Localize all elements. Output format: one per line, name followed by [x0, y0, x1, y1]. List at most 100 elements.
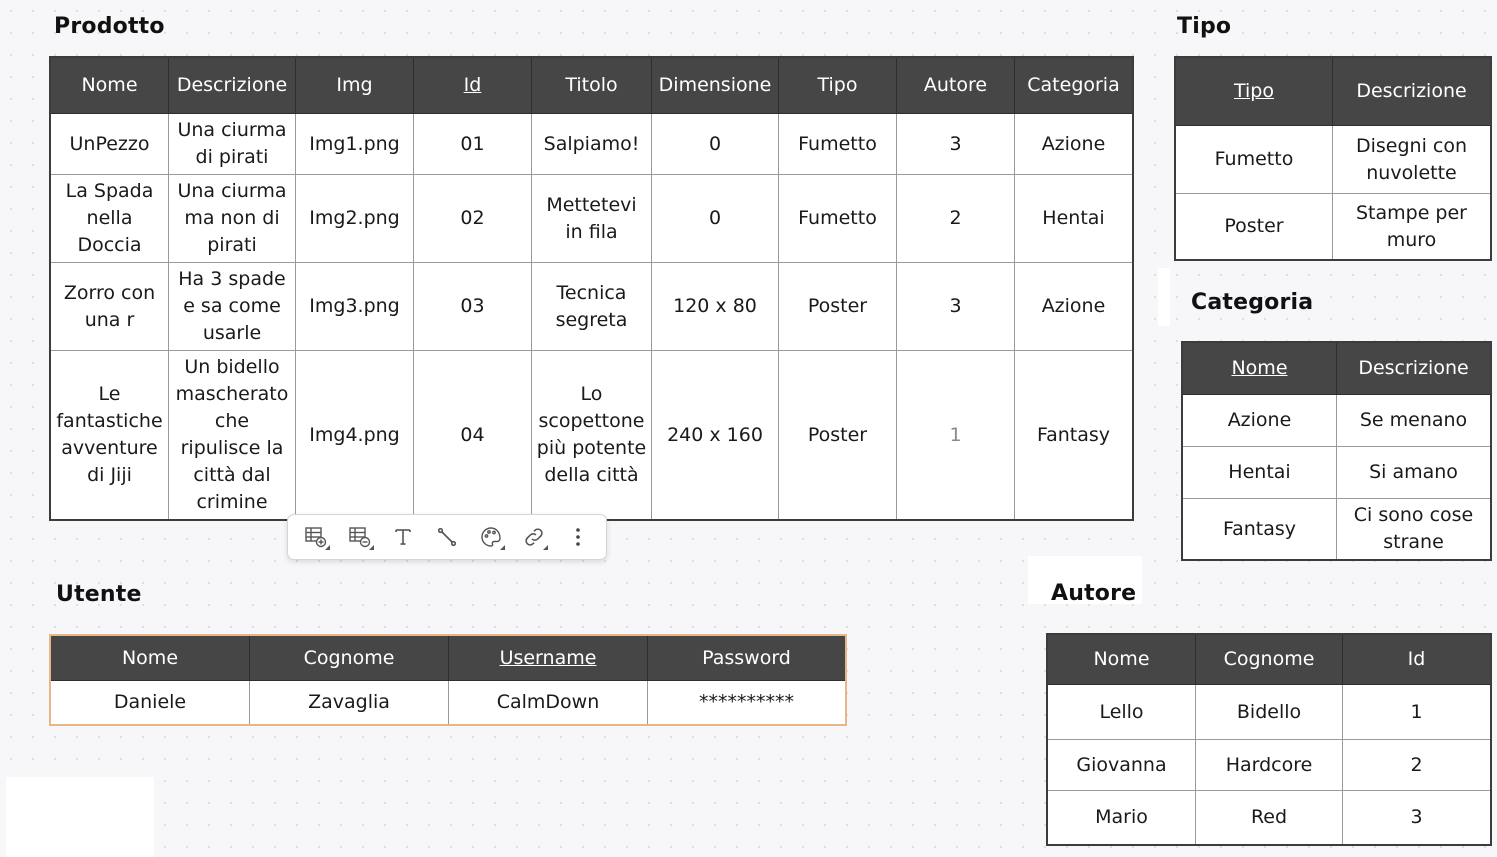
- tipo-table[interactable]: Tipo Descrizione Fumetto Disegni con nuvol…: [1174, 56, 1492, 261]
- prodotto-row[interactable]: Zorro con una r Ha 3 spade e sa come usar…: [50, 262, 1133, 351]
- prodotto-cell[interactable]: Fumetto: [778, 174, 897, 263]
- prodotto-header-cell[interactable]: Autore: [896, 57, 1015, 114]
- autore-header-cell[interactable]: Id: [1342, 634, 1491, 685]
- prodotto-cell[interactable]: 04: [413, 350, 532, 520]
- prodotto-row[interactable]: Le fantastiche avventure di Jiji Un bidel…: [50, 350, 1133, 520]
- prodotto-cell[interactable]: 1: [896, 350, 1015, 520]
- prodotto-cell[interactable]: 02: [413, 174, 532, 263]
- utente-cell[interactable]: CalmDown: [448, 680, 648, 725]
- tipo-header-cell[interactable]: Tipo: [1175, 57, 1333, 126]
- categoria-cell[interactable]: Ci sono cose strane: [1336, 498, 1491, 560]
- prodotto-cell[interactable]: Lo scopettone più potente della città: [531, 350, 652, 520]
- utente-header-cell[interactable]: Username: [448, 635, 648, 681]
- autore-cell[interactable]: Mario: [1047, 790, 1196, 845]
- categoria-row[interactable]: Azione Se menano: [1182, 394, 1491, 447]
- autore-title[interactable]: Autore: [1051, 581, 1136, 606]
- prodotto-cell[interactable]: Le fantastiche avventure di Jiji: [50, 350, 169, 520]
- utente-header-cell[interactable]: Nome: [50, 635, 250, 681]
- utente-cell[interactable]: Zavaglia: [249, 680, 449, 725]
- prodotto-cell[interactable]: Poster: [778, 350, 897, 520]
- autore-cell[interactable]: 3: [1342, 790, 1491, 845]
- prodotto-cell[interactable]: Azione: [1014, 113, 1133, 175]
- prodotto-table[interactable]: Nome Descrizione Img Id Titolo Dimensione Tipo…: [49, 56, 1134, 521]
- prodotto-cell[interactable]: 120 x 80: [651, 262, 779, 351]
- more-options-button[interactable]: [561, 520, 595, 554]
- categoria-table[interactable]: Nome Descrizione Azione Se menano Hentai Si …: [1181, 341, 1492, 561]
- tipo-cell[interactable]: Stampe per muro: [1332, 193, 1491, 260]
- prodotto-cell[interactable]: Zorro con una r: [50, 262, 169, 351]
- prodotto-header-cell[interactable]: Categoria: [1014, 57, 1133, 114]
- prodotto-row[interactable]: La Spada nella Doccia Una ciurma ma non d…: [50, 174, 1133, 263]
- prodotto-cell[interactable]: Hentai: [1014, 174, 1133, 263]
- prodotto-cell[interactable]: Img3.png: [295, 262, 414, 351]
- utente-cell[interactable]: **********: [647, 680, 846, 725]
- categoria-cell[interactable]: Azione: [1182, 394, 1337, 447]
- prodotto-header-cell[interactable]: Img: [295, 57, 414, 114]
- categoria-cell[interactable]: Se menano: [1336, 394, 1491, 447]
- categoria-title[interactable]: Categoria: [1191, 290, 1313, 315]
- table-add-row-button[interactable]: [299, 520, 333, 554]
- prodotto-cell[interactable]: Fantasy: [1014, 350, 1133, 520]
- color-palette-button[interactable]: [474, 520, 508, 554]
- prodotto-header-cell[interactable]: Tipo: [778, 57, 897, 114]
- prodotto-cell[interactable]: UnPezzo: [50, 113, 169, 175]
- autore-header-cell[interactable]: Cognome: [1195, 634, 1343, 685]
- autore-table[interactable]: Nome Cognome Id Lello Bidello 1 Giovanna Hardc…: [1046, 633, 1492, 846]
- prodotto-cell[interactable]: 3: [896, 262, 1015, 351]
- autore-cell[interactable]: 2: [1342, 739, 1491, 791]
- utente-title[interactable]: Utente: [56, 582, 142, 607]
- autore-row[interactable]: Giovanna Hardcore 2: [1047, 739, 1491, 791]
- prodotto-cell[interactable]: 01: [413, 113, 532, 175]
- prodotto-cell[interactable]: Img2.png: [295, 174, 414, 263]
- tipo-row[interactable]: Poster Stampe per muro: [1175, 193, 1491, 260]
- table-remove-row-button[interactable]: [343, 520, 377, 554]
- categoria-row[interactable]: Hentai Si amano: [1182, 446, 1491, 499]
- tipo-cell[interactable]: Disegni con nuvolette: [1332, 125, 1491, 194]
- prodotto-header-cell[interactable]: Dimensione: [651, 57, 779, 114]
- prodotto-row[interactable]: UnPezzo Una ciurma di pirati Img1.png 01 Sal…: [50, 113, 1133, 175]
- prodotto-cell[interactable]: Img4.png: [295, 350, 414, 520]
- prodotto-cell[interactable]: Una ciurma di pirati: [168, 113, 296, 175]
- prodotto-cell[interactable]: Mettetevi in fila: [531, 174, 652, 263]
- prodotto-cell[interactable]: Un bidello mascherato che ripulisce la c…: [168, 350, 296, 520]
- autore-cell[interactable]: 1: [1342, 684, 1491, 740]
- prodotto-header-cell[interactable]: Titolo: [531, 57, 652, 114]
- autore-cell[interactable]: Bidello: [1195, 684, 1343, 740]
- tipo-row[interactable]: Fumetto Disegni con nuvolette: [1175, 125, 1491, 194]
- autore-row[interactable]: Lello Bidello 1: [1047, 684, 1491, 740]
- prodotto-cell[interactable]: Ha 3 spade e sa come usarle: [168, 262, 296, 351]
- prodotto-cell[interactable]: Salpiamo!: [531, 113, 652, 175]
- connector-line-button[interactable]: [430, 520, 464, 554]
- tipo-title[interactable]: Tipo: [1177, 14, 1231, 39]
- prodotto-cell[interactable]: 3: [896, 113, 1015, 175]
- prodotto-cell[interactable]: Img1.png: [295, 113, 414, 175]
- prodotto-cell[interactable]: Azione: [1014, 262, 1133, 351]
- prodotto-cell[interactable]: 2: [896, 174, 1015, 263]
- autore-cell[interactable]: Giovanna: [1047, 739, 1196, 791]
- utente-row[interactable]: Daniele Zavaglia CalmDown **********: [50, 680, 846, 725]
- categoria-header-cell[interactable]: Nome: [1182, 342, 1337, 395]
- prodotto-cell[interactable]: 0: [651, 113, 779, 175]
- categoria-cell[interactable]: Si amano: [1336, 446, 1491, 499]
- prodotto-cell[interactable]: Una ciurma ma non di pirati: [168, 174, 296, 263]
- prodotto-header-cell[interactable]: Id: [413, 57, 532, 114]
- prodotto-cell[interactable]: 240 x 160: [651, 350, 779, 520]
- utente-header-cell[interactable]: Password: [647, 635, 846, 681]
- tipo-cell[interactable]: Fumetto: [1175, 125, 1333, 194]
- prodotto-title[interactable]: Prodotto: [54, 14, 165, 39]
- prodotto-cell[interactable]: 0: [651, 174, 779, 263]
- categoria-header-cell[interactable]: Descrizione: [1336, 342, 1491, 395]
- categoria-cell[interactable]: Fantasy: [1182, 498, 1337, 560]
- prodotto-cell[interactable]: Fumetto: [778, 113, 897, 175]
- tipo-cell[interactable]: Poster: [1175, 193, 1333, 260]
- utente-cell[interactable]: Daniele: [50, 680, 250, 725]
- link-button[interactable]: [517, 520, 551, 554]
- prodotto-header-cell[interactable]: Descrizione: [168, 57, 296, 114]
- autore-row[interactable]: Mario Red 3: [1047, 790, 1491, 845]
- prodotto-cell[interactable]: La Spada nella Doccia: [50, 174, 169, 263]
- autore-cell[interactable]: Red: [1195, 790, 1343, 845]
- categoria-row[interactable]: Fantasy Ci sono cose strane: [1182, 498, 1491, 560]
- prodotto-cell[interactable]: Poster: [778, 262, 897, 351]
- categoria-cell[interactable]: Hentai: [1182, 446, 1337, 499]
- text-format-button[interactable]: [386, 520, 420, 554]
